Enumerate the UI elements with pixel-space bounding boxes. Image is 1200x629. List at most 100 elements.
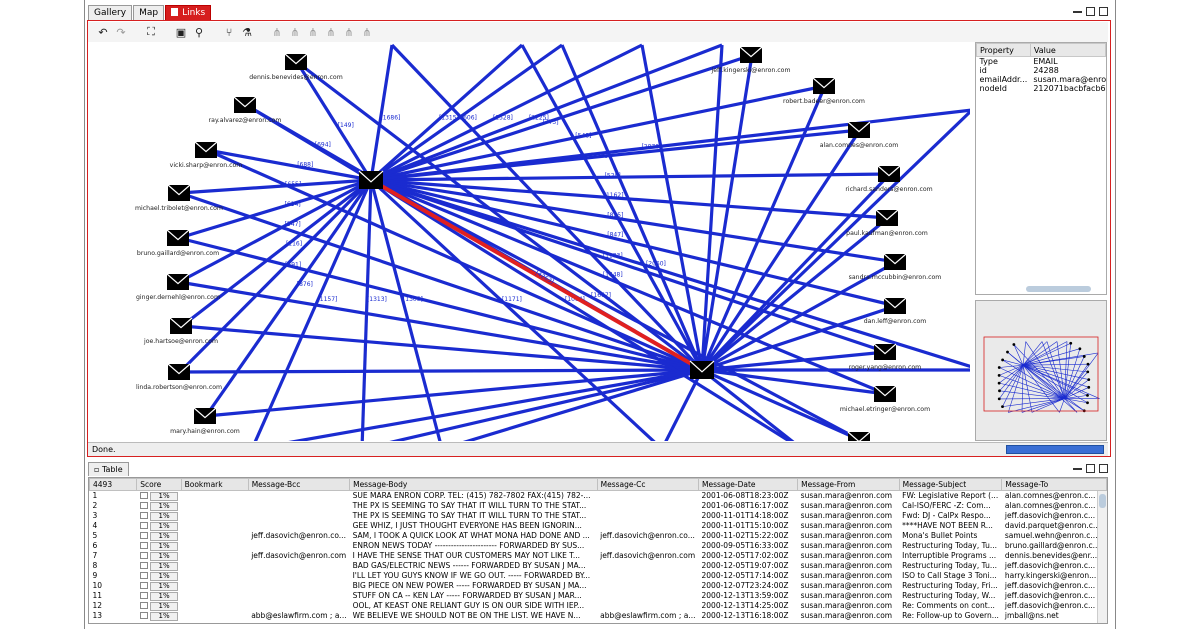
row-checkbox[interactable] [139, 502, 148, 509]
column-header[interactable]: 4493 [89, 478, 138, 491]
row-checkbox[interactable] [139, 562, 148, 569]
graph-edge[interactable] [640, 44, 704, 371]
email-node-icon[interactable] [193, 407, 217, 424]
row-checkbox[interactable] [139, 582, 148, 589]
row-checkbox[interactable] [139, 492, 148, 499]
property-row[interactable]: Type EMAIL [977, 57, 1106, 67]
undo-icon[interactable]: ↶ [96, 25, 110, 39]
email-node-icon[interactable] [875, 209, 899, 226]
graph-edge[interactable] [362, 368, 703, 441]
email-node-icon[interactable] [739, 46, 763, 63]
table-row[interactable]: 2 1% THE PX IS SEEMING TO SAY THAT IT WIL… [90, 501, 1107, 511]
table-row[interactable]: 12 1% OOL, AT KEAST ONE RELIANT GUY IS ON… [90, 601, 1107, 611]
column-header[interactable]: Message-To [1001, 478, 1107, 491]
tab-map[interactable]: Map [133, 5, 165, 20]
property-header[interactable]: Property [976, 43, 1031, 57]
table-row[interactable]: 11 1% STUFF ON CA -- KEN LAY ----- FORWAR… [90, 591, 1107, 601]
table-row[interactable]: 7 1% jeff.dasovich@enron.com I HAVE THE SE… [90, 551, 1107, 561]
row-checkbox[interactable] [139, 512, 148, 519]
table-row[interactable]: 10 1% BIG PIECE ON NEW POWER ----- FORWAR… [90, 581, 1107, 591]
graph-edge[interactable] [179, 368, 703, 374]
graph-edge[interactable] [178, 178, 372, 284]
row-checkbox[interactable] [139, 612, 148, 619]
column-header[interactable]: Message-Bcc [247, 478, 351, 491]
layout-tree-icon[interactable]: ⋔ [306, 25, 320, 39]
email-node-icon[interactable] [167, 184, 191, 201]
vertical-scrollbar[interactable] [1097, 491, 1107, 623]
email-node-icon[interactable] [194, 141, 218, 158]
email-node-icon[interactable] [847, 431, 871, 441]
graph-edge[interactable] [369, 44, 394, 181]
column-header[interactable]: Message-Subject [898, 478, 1003, 491]
layout-tree-icon[interactable]: ⋔ [288, 25, 302, 39]
email-node-icon[interactable] [883, 297, 907, 314]
layout-tree-icon[interactable]: ⋔ [342, 25, 356, 39]
table-row[interactable]: 6 1% ENRON NEWS TODAY -------------------… [90, 541, 1107, 551]
email-node-icon[interactable] [877, 165, 901, 182]
minimize-icon[interactable] [1073, 464, 1082, 470]
value-header[interactable]: Value [1029, 43, 1107, 57]
row-checkbox[interactable] [139, 602, 148, 609]
fit-view-icon[interactable]: ⛶ [144, 25, 158, 39]
property-row[interactable]: nodeId 212071bacbfacb63... [977, 84, 1106, 93]
email-node-icon[interactable] [873, 385, 897, 402]
table-row[interactable]: 1 1% SUE MARA ENRON CORP. TEL: (415) 782-… [90, 491, 1107, 501]
row-checkbox[interactable] [139, 532, 148, 539]
tab-gallery[interactable]: Gallery [88, 5, 133, 20]
property-row[interactable]: id 24288 [977, 66, 1106, 75]
layout-tree-icon[interactable]: ⋔ [324, 25, 338, 39]
hub-node-icon[interactable] [689, 360, 715, 379]
row-checkbox[interactable] [139, 542, 148, 549]
hub-node-icon[interactable] [358, 170, 384, 189]
graph-edge[interactable] [700, 109, 970, 372]
email-node-icon[interactable] [233, 96, 257, 113]
column-header[interactable]: Message-From [797, 478, 900, 491]
property-row[interactable]: emailAddr... susan.mara@enro... [977, 75, 1106, 84]
branch-icon[interactable]: ⑂ [222, 25, 236, 39]
table-row[interactable]: 3 1% THE PX IS SEEMING TO SAY THAT IT WIL… [90, 511, 1107, 521]
tab-table[interactable]: ▫ Table [88, 462, 129, 476]
table-row[interactable]: 5 1% jeff.dasovich@enron.co... SAM, I TOOK… [90, 531, 1107, 541]
row-checkbox[interactable] [139, 572, 148, 579]
restore-icon[interactable] [1086, 464, 1095, 473]
zoom-region-icon[interactable]: ▣ [174, 25, 188, 39]
email-node-icon[interactable] [284, 53, 308, 70]
email-node-icon[interactable] [873, 343, 897, 360]
horizontal-scrollbar[interactable] [1026, 286, 1091, 292]
row-checkbox[interactable] [139, 552, 148, 559]
minimize-icon[interactable] [1073, 7, 1082, 13]
column-header[interactable]: Message-Cc [596, 478, 700, 491]
table-row[interactable]: 9 1% I'LL LET YOU GUYS KNOW IF WE GO OUT.… [90, 571, 1107, 581]
overview-svg[interactable] [976, 301, 1106, 440]
graph-svg[interactable]: [149][694][688][655][614][547][116][591]… [90, 42, 970, 441]
layout-tree-icon[interactable]: ⋔ [360, 25, 374, 39]
maximize-icon[interactable] [1099, 464, 1108, 473]
table-row[interactable]: 8 1% BAD GAS/ELECTRIC NEWS ------ FORWARD… [90, 561, 1107, 571]
column-header[interactable]: Bookmark [180, 478, 249, 491]
row-checkbox[interactable] [139, 592, 148, 599]
email-node-icon[interactable] [169, 317, 193, 334]
email-node-icon[interactable] [812, 77, 836, 94]
table-row[interactable]: 13 1% abb@eslawfirm.com ; a... WE BELIEVE … [90, 611, 1107, 621]
layout-tree-icon[interactable]: ⋔ [270, 25, 284, 39]
flask-icon[interactable]: ⚗ [240, 25, 254, 39]
table-row[interactable]: 4 1% GEE WHIZ, I JUST THOUGHT EVERYONE HA… [90, 521, 1107, 531]
search-icon[interactable]: ⚲ [192, 25, 206, 39]
redo-icon[interactable]: ↷ [114, 25, 128, 39]
tab-links[interactable]: Links [165, 5, 212, 20]
graph-edge[interactable] [204, 179, 373, 417]
link-graph[interactable]: [149] [694] [688] [655] [614] [547] [116] [591]… [90, 42, 970, 441]
maximize-icon[interactable] [1099, 7, 1108, 16]
row-checkbox[interactable] [139, 522, 148, 529]
restore-icon[interactable] [1086, 7, 1095, 16]
column-header[interactable]: Message-Body [349, 478, 598, 491]
column-header[interactable]: Message-Date [697, 478, 799, 491]
email-node-icon[interactable] [166, 273, 190, 290]
email-node-icon[interactable] [847, 121, 871, 138]
graph-edge[interactable] [700, 216, 890, 372]
column-header[interactable]: Score [136, 478, 182, 491]
email-node-icon[interactable] [167, 363, 191, 380]
email-node-icon[interactable] [883, 253, 907, 270]
scroll-thumb[interactable] [1099, 494, 1106, 508]
graph-overview[interactable] [975, 300, 1107, 441]
